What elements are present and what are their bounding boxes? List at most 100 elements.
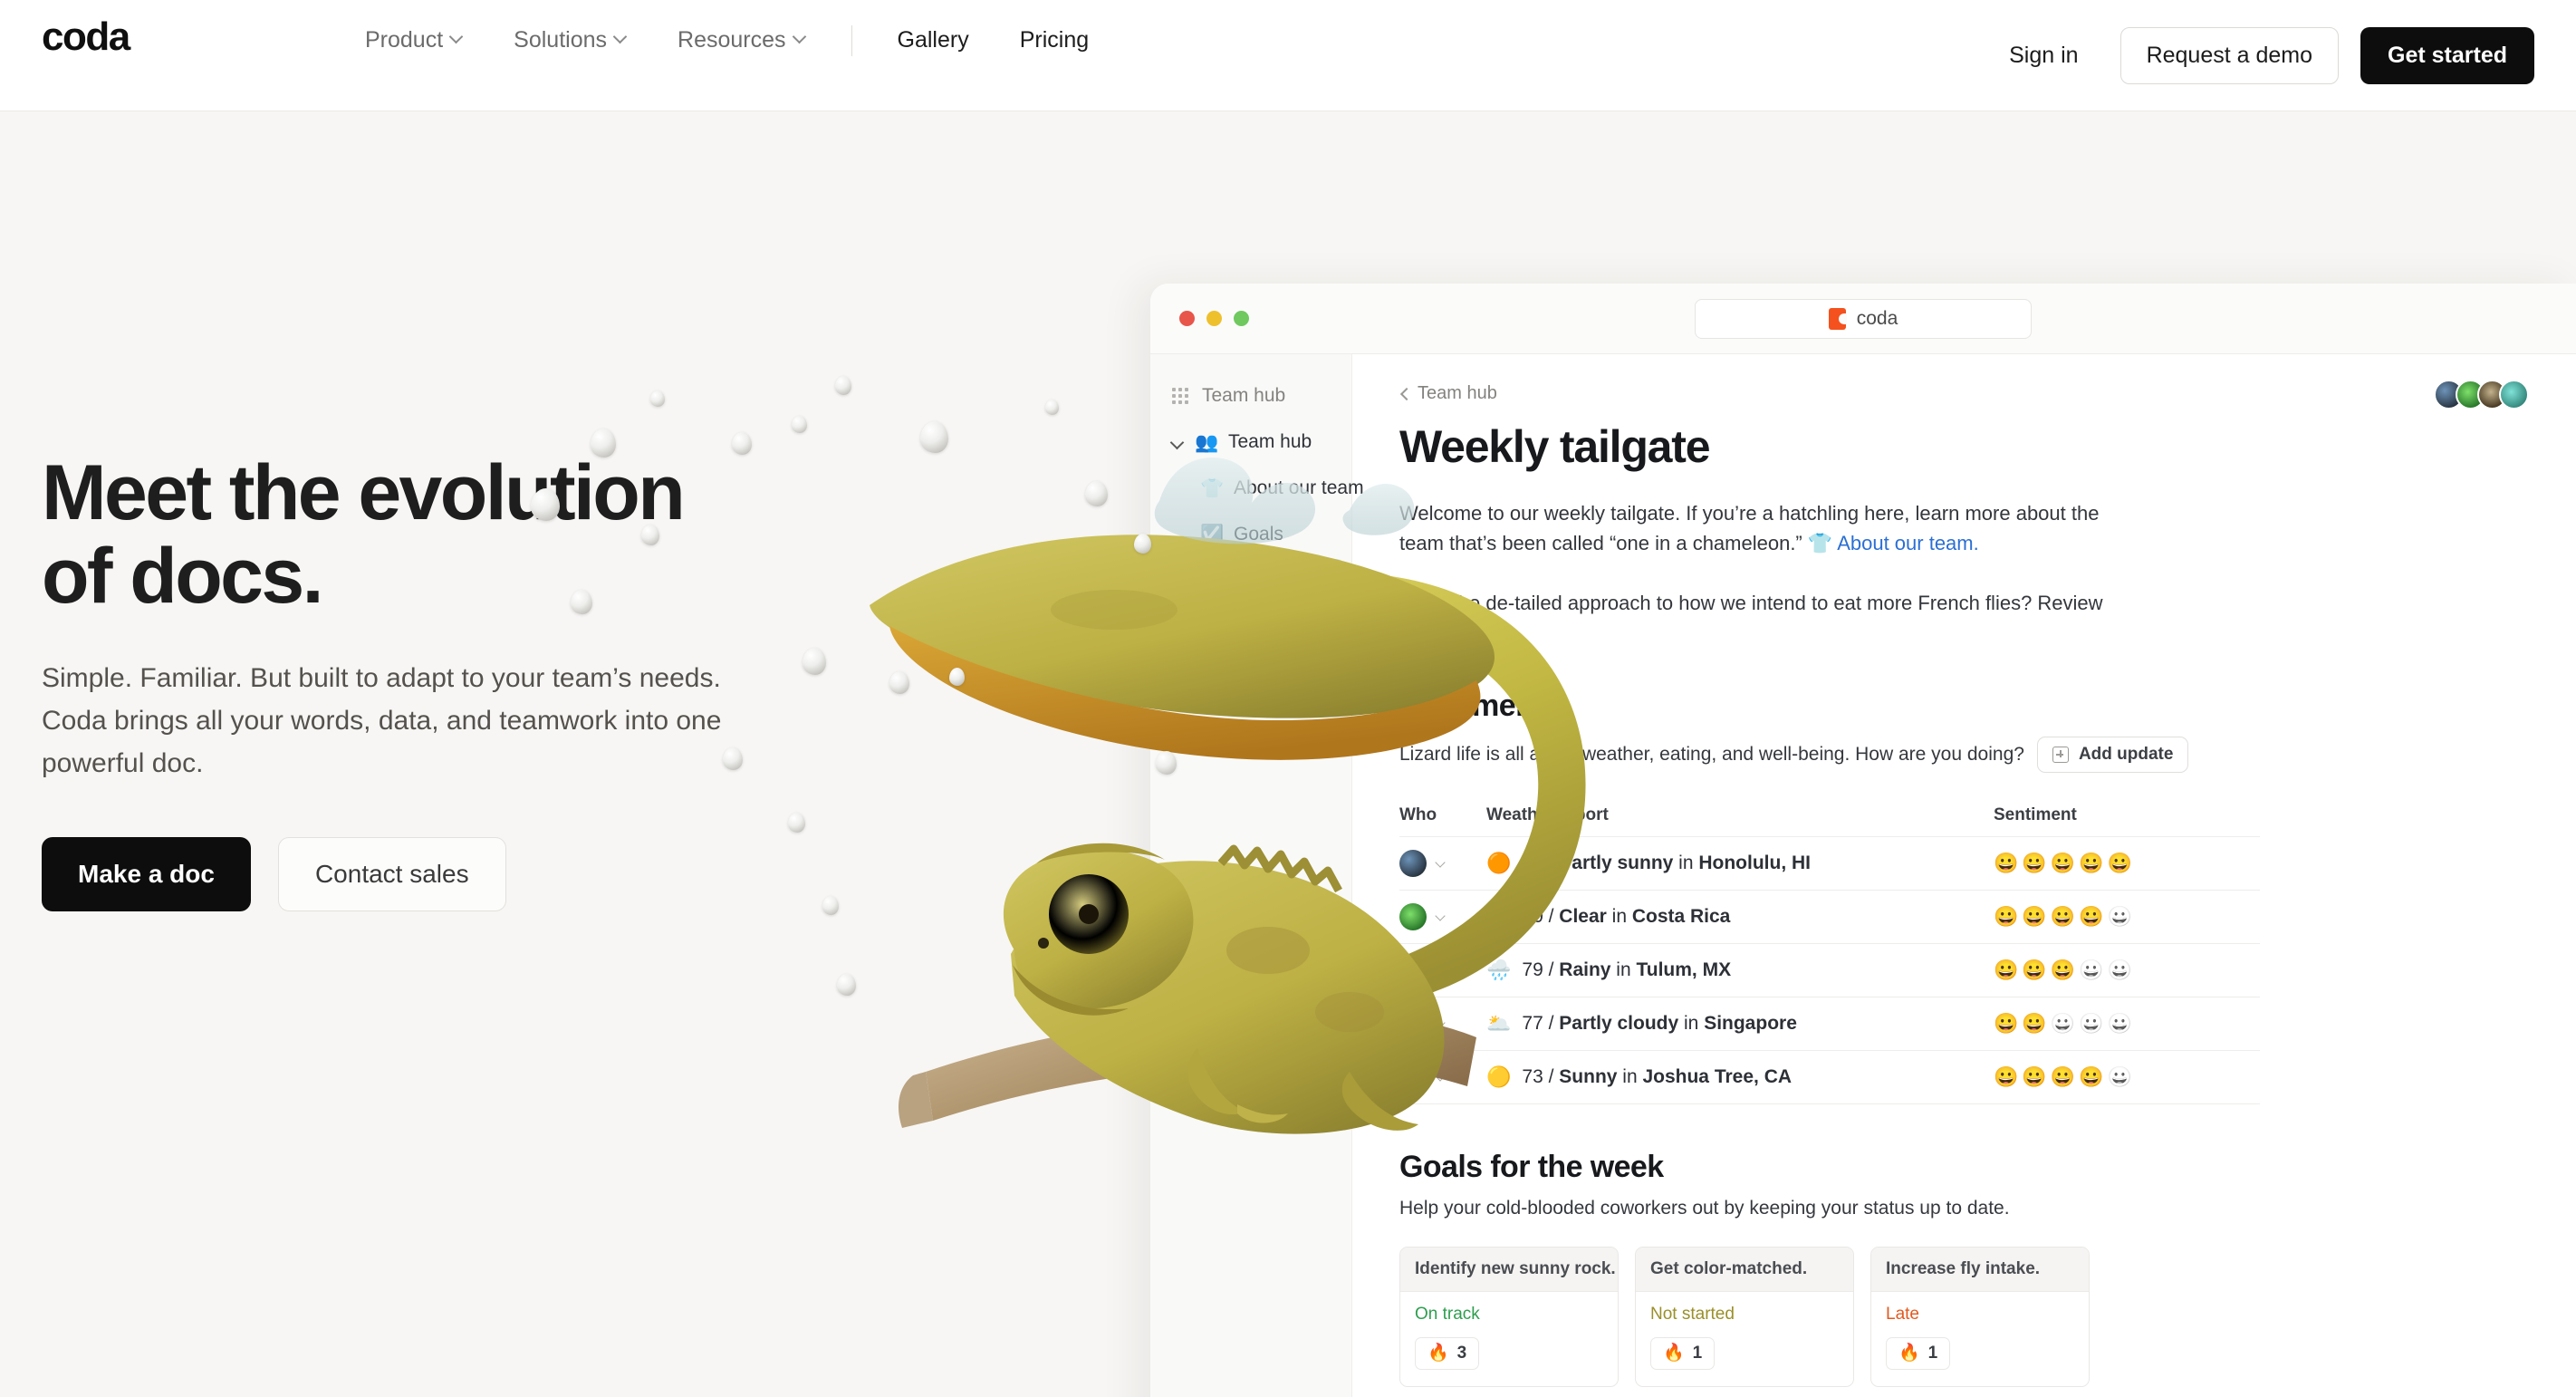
smiley-filled-icon[interactable]: 😀 (1994, 1066, 2018, 1087)
avatar[interactable] (1399, 956, 1427, 984)
smiley-filled-icon[interactable]: 😀 (1994, 1013, 2018, 1034)
goals-section: Goals for the week Help your cold-bloode… (1399, 1150, 2529, 1397)
smiley-filled-icon[interactable]: 😀 (2051, 1066, 2075, 1087)
nav-item-product[interactable]: Product (340, 18, 488, 63)
smiley-empty-icon[interactable]: 😀 (2108, 906, 2132, 927)
smiley-empty-icon[interactable]: 😀 (2079, 959, 2103, 980)
weather-wrapper: 🌑 70 / Clear in Costa Rica (1486, 906, 1994, 928)
sentiment-rating[interactable]: 😀 😀 😀 😀 😀 (1994, 1066, 2260, 1087)
headline-line-2: of docs. (42, 533, 323, 621)
breadcrumb[interactable]: Team hub (1399, 383, 2529, 404)
cell-sentiment: 😀 😀 😀 😀 😀 (1994, 1050, 2260, 1104)
smiley-empty-icon[interactable]: 😀 (2108, 1066, 2132, 1087)
table-row[interactable]: 🟡 73 / Sunny in Joshua Tree, CA 😀 😀 😀 😀 😀 (1399, 1050, 2260, 1104)
goal-count-pill[interactable]: 🔥 3 (1415, 1336, 1480, 1370)
sentiment-rating[interactable]: 😀 😀 😀 😀 😀 (1994, 1013, 2260, 1034)
minimize-window-icon[interactable] (1206, 311, 1222, 326)
goal-count-pill[interactable]: 🔥 1 (1650, 1336, 1716, 1370)
intro-text: Welcome to our weekly tailgate. If you’r… (1399, 502, 2100, 555)
close-window-icon[interactable] (1179, 311, 1195, 326)
sidebar-item-team-hub[interactable]: 👥 Team hub (1158, 420, 1344, 464)
weather-emoji-icon: 🟠 (1486, 851, 1512, 874)
table-row[interactable]: 🌑 70 / Clear in Costa Rica 😀 😀 😀 😀 😀 (1399, 890, 2260, 944)
sidebar-item-goals[interactable]: ☑️ Goals (1158, 513, 1344, 556)
smiley-filled-icon[interactable]: 😀 (2022, 959, 2046, 980)
make-a-doc-button[interactable]: Make a doc (42, 837, 251, 912)
nav-item-pricing[interactable]: Pricing (995, 18, 1114, 63)
chevron-down-icon[interactable] (1436, 1017, 1447, 1029)
goal-count-value: 1 (1927, 1343, 1938, 1363)
smiley-empty-icon[interactable]: 😀 (2079, 1013, 2103, 1034)
chameleon-eye (1049, 874, 1129, 954)
smiley-filled-icon[interactable]: 😀 (2022, 1013, 2046, 1034)
chevron-down-icon (615, 32, 627, 43)
avatar[interactable] (2499, 380, 2529, 409)
get-started-button[interactable]: Get started (2360, 27, 2534, 84)
about-our-team-link[interactable]: About our team. (1837, 532, 1979, 554)
maximize-window-icon[interactable] (1234, 311, 1249, 326)
smiley-filled-icon[interactable]: 😀 (2022, 906, 2046, 927)
smiley-filled-icon[interactable]: 😀 (2051, 853, 2075, 873)
goal-count-pill[interactable]: 🔥 1 (1886, 1336, 1951, 1370)
smiley-filled-icon[interactable]: 😀 (1994, 853, 2018, 873)
smiley-empty-icon[interactable]: 😀 (2108, 1013, 2132, 1034)
table-row[interactable]: 🌥️ 77 / Partly cloudy in Singapore 😀 😀 😀 😀 😀 (1399, 997, 2260, 1051)
contact-sales-button[interactable]: Contact sales (277, 837, 506, 912)
url-bar[interactable]: coda (1695, 298, 2032, 339)
smiley-filled-icon[interactable]: 😀 (2079, 853, 2103, 873)
chevron-down-icon[interactable] (1436, 910, 1447, 922)
smiley-filled-icon[interactable]: 😀 (2051, 906, 2075, 927)
coda-logo[interactable]: coda (42, 14, 130, 60)
avatar[interactable] (1399, 849, 1427, 877)
add-update-button[interactable]: Add update (2036, 736, 2189, 773)
table-header: Who Weather report Sentiment (1399, 804, 2260, 837)
cell-weather-report: 🌧️ 79 / Rainy in Tulum, MX (1486, 943, 1994, 997)
smiley-filled-icon[interactable]: 😀 (1994, 959, 2018, 980)
smiley-filled-icon[interactable]: 😀 (1994, 906, 2018, 927)
goals-link[interactable]: Goals. (1464, 621, 1522, 644)
column-header-who: Who (1399, 804, 1486, 837)
smiley-filled-icon[interactable]: 😀 (2022, 853, 2046, 873)
sentiment-description: Lizard life is all about weather, eating… (1399, 743, 2024, 765)
top-navigation-bar: coda Product Solutions Resources Gallery… (0, 0, 2576, 111)
smiley-filled-icon[interactable]: 😀 (2108, 853, 2132, 873)
chevron-down-icon[interactable] (1170, 435, 1185, 449)
weather-emoji-icon: 🟡 (1486, 1065, 1512, 1088)
sidebar-item-weekly-tailgate[interactable]: 🔄 Weekly tailgate (1158, 559, 1362, 602)
nav-item-resources[interactable]: Resources (652, 18, 831, 63)
goal-card[interactable]: Get color-matched. Not started 🔥 1 (1635, 1246, 1854, 1387)
breadcrumb-label: Team hub (1418, 383, 1497, 403)
sign-in-link[interactable]: Sign in (1982, 34, 2105, 78)
table-row[interactable]: 🌧️ 79 / Rainy in Tulum, MX 😀 😀 😀 😀 😀 (1399, 943, 2260, 997)
chevron-down-icon[interactable] (1436, 964, 1447, 976)
table-row[interactable]: 🟠 83 / Partly sunny in Honolulu, HI 😀 😀 😀 😀 😀 (1399, 836, 2260, 891)
request-demo-button[interactable]: Request a demo (2119, 27, 2340, 84)
avatar[interactable] (1399, 902, 1427, 930)
chevron-down-icon[interactable] (1436, 857, 1447, 869)
sentiment-rating[interactable]: 😀 😀 😀 😀 😀 (1994, 959, 2260, 980)
sidebar-item-projects[interactable]: 🖼️ Projects (1158, 605, 1344, 649)
goal-card[interactable]: Increase fly intake. Late 🔥 1 (1870, 1246, 2090, 1387)
nav-item-label: Resources (678, 27, 786, 53)
weather-location: Singapore (1704, 1012, 1797, 1034)
sentiment-rating[interactable]: 😀 😀 😀 😀 😀 (1994, 853, 2260, 873)
avatar[interactable] (1399, 1063, 1427, 1091)
smiley-empty-icon[interactable]: 😀 (2108, 959, 2132, 980)
avatar[interactable] (1399, 1009, 1427, 1037)
workspace-switcher[interactable]: Team hub (1150, 374, 1351, 418)
goal-card[interactable]: Identify new sunny rock. On track 🔥 3 (1399, 1246, 1619, 1387)
smiley-filled-icon[interactable]: 😀 (2079, 906, 2103, 927)
sentiment-rating[interactable]: 😀 😀 😀 😀 😀 (1994, 906, 2260, 927)
chevron-down-icon[interactable] (1436, 1071, 1447, 1083)
weather-text: 70 / Clear in Costa Rica (1522, 905, 1731, 927)
smiley-empty-icon[interactable]: 😀 (2051, 1013, 2075, 1034)
smiley-filled-icon[interactable]: 😀 (2051, 959, 2075, 980)
smiley-filled-icon[interactable]: 😀 (2079, 1066, 2103, 1087)
smiley-filled-icon[interactable]: 😀 (2022, 1066, 2046, 1087)
cell-who (1399, 890, 1486, 944)
nav-item-solutions[interactable]: Solutions (488, 18, 652, 63)
nav-item-label: Solutions (514, 27, 608, 53)
sidebar-item-about-our-team[interactable]: 👕 About our team (1158, 467, 1364, 510)
grid-apps-icon (1172, 388, 1188, 404)
nav-item-gallery[interactable]: Gallery (872, 18, 995, 63)
